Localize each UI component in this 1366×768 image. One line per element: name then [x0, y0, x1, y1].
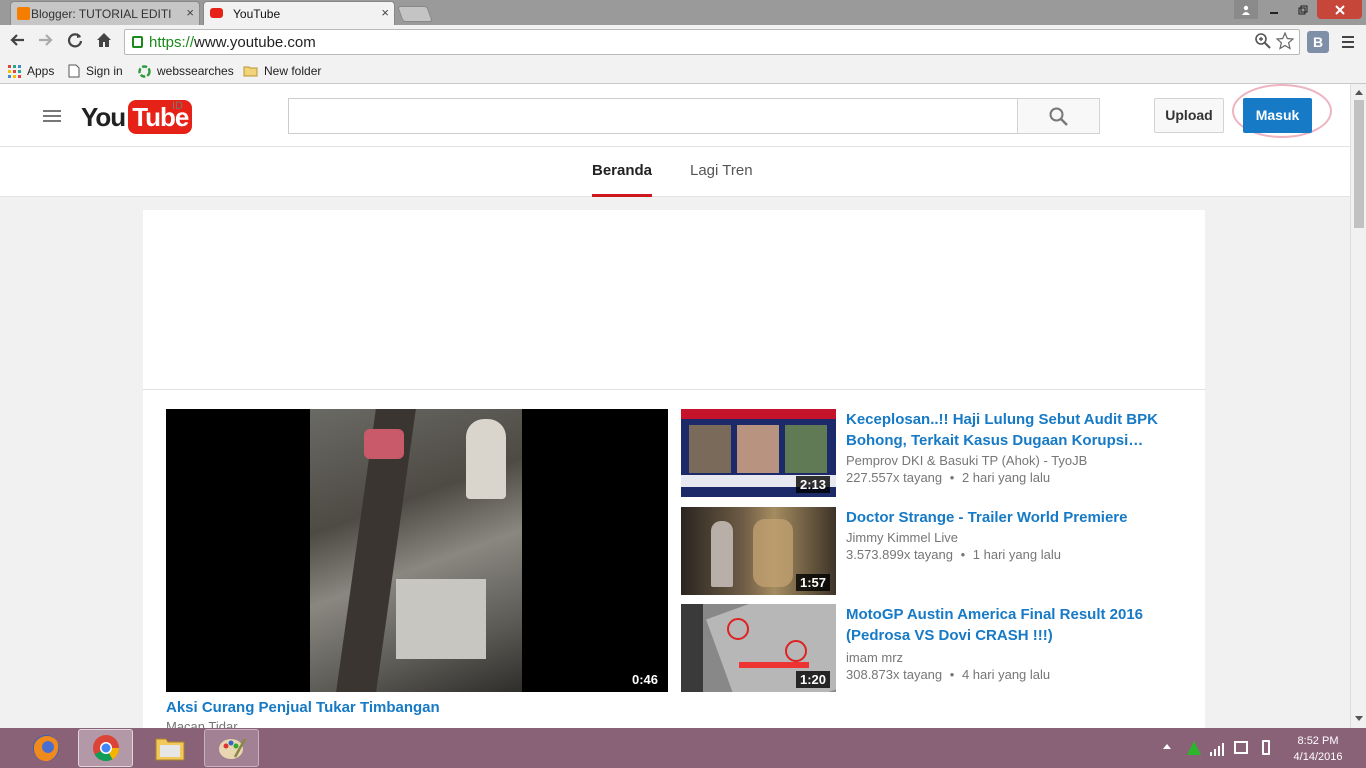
folder-icon [243, 66, 258, 77]
windows-taskbar: 8:52 PM 4/14/2016 [0, 728, 1366, 768]
featured-video-thumbnail[interactable]: 0:46 [166, 409, 668, 692]
apps-grid-icon [8, 64, 21, 78]
tab-beranda[interactable]: Beranda [592, 162, 653, 197]
recycle-icon [138, 64, 151, 78]
video-title[interactable]: MotoGP Austin America Final Result 2016 … [846, 604, 1176, 646]
youtube-logo[interactable]: You Tube ID [81, 100, 193, 134]
bookmark-sign-in[interactable]: Sign in [68, 64, 123, 78]
user-profile-icon[interactable] [1234, 0, 1258, 19]
zoom-icon[interactable] [1255, 33, 1271, 53]
url-text: https://www.youtube.com [149, 34, 316, 51]
paint-icon[interactable] [204, 729, 259, 767]
upload-button[interactable]: Upload [1154, 98, 1224, 133]
minimize-icon[interactable] [1260, 0, 1288, 19]
blogger-icon [17, 7, 30, 20]
video-item: 1:57 Doctor Strange - Trailer World Prem… [681, 507, 1201, 595]
browser-tab-strip: Blogger: TUTORIAL EDITIN × YouTube × [0, 0, 1366, 25]
featured-video-title[interactable]: Aksi Curang Penjual Tukar Timbangan [166, 699, 440, 716]
close-window-icon[interactable] [1317, 0, 1362, 19]
forward-arrow-icon[interactable] [36, 32, 56, 52]
video-channel[interactable]: imam mrz [846, 650, 903, 665]
video-title[interactable]: Doctor Strange - Trailer World Premiere [846, 507, 1176, 528]
lock-icon [132, 36, 143, 48]
show-hidden-icons-icon[interactable] [1163, 744, 1171, 749]
tab-label: YouTube [233, 6, 281, 21]
home-icon[interactable] [94, 32, 114, 52]
bookmark-webssearches[interactable]: webssearches [138, 64, 234, 78]
bookmark-new-folder[interactable]: New folder [243, 64, 321, 78]
video-duration: 2:13 [795, 476, 830, 493]
tab-label: Blogger: TUTORIAL EDITIN [31, 6, 171, 21]
page-scrollbar[interactable] [1350, 84, 1366, 728]
video-item: 2:13 Keceplosan..!! Haji Lulung Sebut Au… [681, 409, 1201, 497]
file-explorer-icon[interactable] [142, 729, 197, 767]
battery-icon[interactable] [1262, 740, 1270, 755]
youtube-favicon-icon [210, 8, 223, 18]
chrome-icon[interactable] [78, 729, 133, 767]
action-center-icon[interactable] [1234, 741, 1248, 754]
back-arrow-icon[interactable] [7, 32, 27, 52]
scrollbar-thumb[interactable] [1354, 100, 1364, 228]
scroll-up-arrow-icon[interactable] [1355, 90, 1363, 95]
video-meta: 227.557x tayang • 2 hari yang lalu [846, 470, 1051, 485]
reload-icon[interactable] [65, 32, 85, 52]
clock-time: 8:52 PM [1297, 735, 1339, 747]
menu-icon[interactable] [1341, 34, 1355, 55]
guide-menu-icon[interactable] [43, 110, 61, 122]
page-icon [68, 64, 80, 78]
youtube-header: You Tube ID Upload Masuk [0, 84, 1350, 147]
video-title[interactable]: Keceplosan..!! Haji Lulung Sebut Audit B… [846, 409, 1176, 451]
video-thumbnail[interactable]: 1:20 [681, 604, 836, 692]
video-meta: 308.873x tayang • 4 hari yang lalu [846, 667, 1051, 682]
restore-icon[interactable] [1289, 0, 1317, 19]
video-duration: 0:46 [627, 671, 662, 688]
tab-blogger[interactable]: Blogger: TUTORIAL EDITIN × [10, 1, 200, 25]
ad-banner-area [143, 210, 1205, 390]
tab-lagi-tren[interactable]: Lagi Tren [690, 162, 753, 179]
feed-card: 0:46 Aksi Curang Penjual Tukar Timbangan… [143, 210, 1205, 730]
tab-youtube[interactable]: YouTube × [203, 1, 395, 25]
scroll-down-arrow-icon[interactable] [1355, 716, 1363, 721]
browser-toolbar: https://www.youtube.com B [0, 25, 1366, 59]
firefox-icon[interactable] [18, 729, 73, 767]
new-tab-button[interactable] [397, 6, 433, 22]
clock-date: 4/14/2016 [1293, 751, 1343, 763]
bookmarks-bar: Apps Sign in webssearches New folder [0, 59, 1366, 84]
network-icon[interactable] [1209, 742, 1225, 761]
video-channel[interactable]: Jimmy Kimmel Live [846, 530, 958, 545]
video-thumbnail[interactable]: 1:57 [681, 507, 836, 595]
search-icon [1049, 107, 1068, 126]
video-duration: 1:57 [795, 574, 830, 591]
search-input[interactable] [288, 98, 1018, 134]
search-button[interactable] [1017, 98, 1100, 134]
extension-button[interactable]: B [1307, 31, 1329, 53]
sign-in-button[interactable]: Masuk [1243, 98, 1312, 133]
bookmark-apps[interactable]: Apps [8, 64, 54, 78]
address-bar[interactable]: https://www.youtube.com [124, 29, 1300, 55]
country-code: ID [172, 100, 183, 112]
system-clock[interactable]: 8:52 PM 4/14/2016 [1288, 733, 1348, 765]
video-channel[interactable]: Pemprov DKI & Basuki TP (Ahok) - TyoJB [846, 453, 1087, 468]
tray-app-icon[interactable] [1186, 740, 1202, 761]
close-tab-icon[interactable]: × [186, 5, 194, 20]
video-item: 1:20 MotoGP Austin America Final Result … [681, 604, 1201, 692]
video-meta: 3.573.899x tayang • 1 hari yang lalu [846, 547, 1061, 562]
close-tab-icon[interactable]: × [381, 5, 389, 20]
star-icon[interactable] [1275, 31, 1295, 54]
video-duration: 1:20 [795, 671, 830, 688]
video-thumbnail[interactable]: 2:13 [681, 409, 836, 497]
feed-tabs: Beranda Lagi Tren [0, 147, 1350, 197]
